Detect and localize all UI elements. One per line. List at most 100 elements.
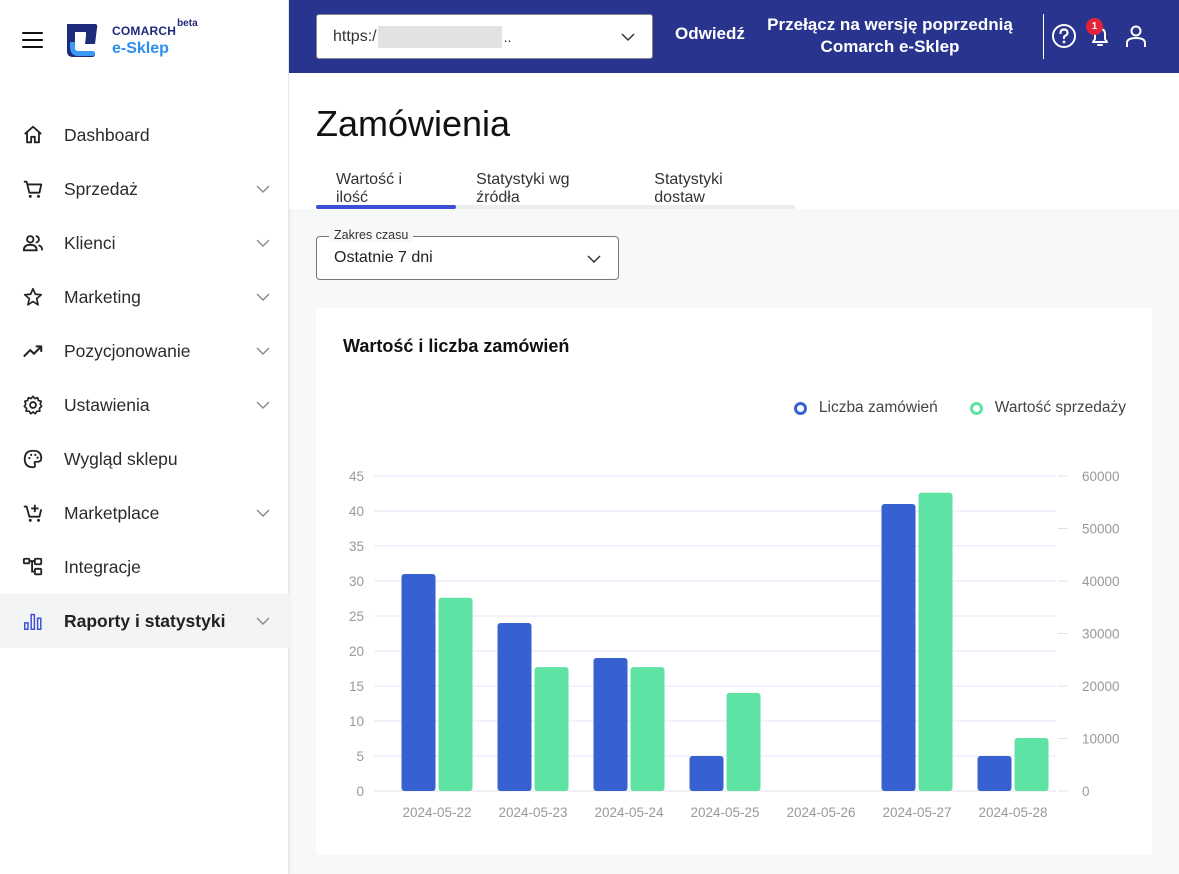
sidebar: COMARCHbeta e-Sklep Dashboard Sprzedaż K… <box>0 0 289 874</box>
brand-name: COMARCH <box>112 24 177 38</box>
bar-sales <box>1014 737 1049 791</box>
y-left-tick-label: 40 <box>349 504 364 519</box>
bar-sales <box>534 667 569 791</box>
visit-shop-button[interactable]: Odwiedź <box>675 24 745 44</box>
y-right-tick-label: 20000 <box>1082 679 1120 694</box>
y-left-tick-label: 25 <box>349 609 364 624</box>
chart-card: Wartość i liczba zamówień Liczba zamówie… <box>316 308 1152 855</box>
y-right-tick-label: 50000 <box>1082 522 1120 537</box>
shop-url-redacted <box>377 25 502 48</box>
tab-bar: Wartość i ilość Statystyki wg źródła Sta… <box>316 171 795 209</box>
orders-chart: 0 5 10 15 20 25 30 35 40 45 0 10000 20000 30000 40000 5… <box>349 469 1120 820</box>
x-tick-label: 2024-05-27 <box>882 805 951 820</box>
y-left-tick-label: 20 <box>349 644 364 659</box>
chevron-down-icon[interactable] <box>255 289 271 305</box>
sidebar-item-klienci[interactable]: Klienci <box>0 216 289 270</box>
y-right-tick-label: 0 <box>1082 784 1090 799</box>
y-right-tick-label: 10000 <box>1082 732 1120 747</box>
comarch-logo-icon <box>67 24 98 57</box>
sidebar-header: COMARCHbeta e-Sklep <box>0 0 288 80</box>
sidebar-item-label: Dashboard <box>64 124 150 145</box>
home-icon <box>24 125 42 144</box>
sidebar-item-label: Wygląd sklepu <box>64 448 178 469</box>
sidebar-item-pozycjonowanie[interactable]: Pozycjonowanie <box>0 324 289 378</box>
chevron-down-icon[interactable] <box>255 235 271 251</box>
bar-orders <box>593 658 628 791</box>
trending-up-icon <box>23 345 43 358</box>
tab-statystyki-wg-zrodla[interactable]: Statystyki wg źródła <box>456 171 634 206</box>
sidebar-item-integracje[interactable]: Integracje <box>0 540 289 594</box>
chevron-down-icon[interactable] <box>255 343 271 359</box>
shop-url-select[interactable]: https:/ .. <box>316 14 653 59</box>
bar-sales <box>630 667 665 791</box>
bar-sales <box>438 597 473 791</box>
page-header: Zamówienia Wartość i ilość Statystyki wg… <box>289 73 1179 209</box>
bar-sales <box>726 692 761 791</box>
chevron-down-icon[interactable] <box>255 181 271 197</box>
sidebar-item-label: Marketplace <box>64 502 160 523</box>
sidebar-item-marketplace[interactable]: Marketplace <box>0 486 289 540</box>
time-range-select[interactable]: Zakres czasu Ostatnie 7 dni <box>316 228 619 280</box>
time-range-label: Zakres czasu <box>329 228 414 242</box>
user-icon[interactable] <box>1123 23 1149 49</box>
switch-version-button[interactable]: Przełącz na wersję poprzednią Comarch e-… <box>759 14 1021 58</box>
sidebar-item-dashboard[interactable]: Dashboard <box>0 108 289 162</box>
cart-icon <box>23 180 43 198</box>
shop-url-prefix: https:/ <box>333 27 377 45</box>
sidebar-item-label: Raporty i statystyki <box>64 610 226 631</box>
time-range-value: Ostatnie 7 dni <box>334 249 433 266</box>
bar-orders <box>401 574 436 791</box>
sidebar-item-raporty[interactable]: Raporty i statystyki <box>0 594 289 648</box>
tab-statystyki-dostaw[interactable]: Statystyki dostaw <box>634 171 795 206</box>
gear-icon <box>23 395 43 415</box>
x-tick-label: 2024-05-23 <box>498 805 567 820</box>
bar-orders <box>497 623 532 791</box>
notification-badge: 1 <box>1086 18 1103 35</box>
bar-chart-icon <box>24 613 42 630</box>
cart-plus-icon <box>23 504 43 522</box>
tab-wartosc-i-ilosc[interactable]: Wartość i ilość <box>316 171 457 209</box>
top-bar: https:/ .. Odwiedź Przełącz na wersję po… <box>289 0 1179 73</box>
menu-icon[interactable] <box>22 32 43 48</box>
sidebar-item-label: Sprzedaż <box>64 178 138 199</box>
help-icon[interactable] <box>1051 23 1077 49</box>
beta-label: beta <box>177 18 198 29</box>
product-name: e-Sklep <box>112 40 169 57</box>
logo[interactable]: COMARCHbeta e-Sklep <box>64 19 198 58</box>
y-right-tick-label: 30000 <box>1082 627 1120 642</box>
y-left-tick-label: 30 <box>349 574 364 589</box>
sidebar-item-wyglad[interactable]: Wygląd sklepu <box>0 432 289 486</box>
y-left-tick-label: 10 <box>349 714 364 729</box>
chevron-down-icon <box>621 33 635 42</box>
sidebar-item-label: Pozycjonowanie <box>64 340 191 361</box>
x-tick-label: 2024-05-26 <box>786 805 855 820</box>
switch-version-line1: Przełącz na wersję poprzednią <box>767 15 1013 34</box>
x-tick-label: 2024-05-22 <box>402 805 471 820</box>
bar-orders <box>977 756 1012 791</box>
y-left-tick-label: 45 <box>349 469 364 484</box>
bar-orders <box>881 504 916 791</box>
x-tick-label: 2024-05-24 <box>594 805 664 820</box>
bar-orders <box>689 756 724 791</box>
chevron-down-icon[interactable] <box>255 397 271 413</box>
flow-icon <box>22 557 43 576</box>
chevron-down-icon <box>587 255 601 264</box>
sidebar-item-ustawienia[interactable]: Ustawienia <box>0 378 289 432</box>
sidebar-item-sprzedaz[interactable]: Sprzedaż <box>0 162 289 216</box>
sidebar-item-label: Marketing <box>64 286 141 307</box>
x-tick-label: 2024-05-25 <box>690 805 759 820</box>
sidebar-item-label: Klienci <box>64 232 116 253</box>
sidebar-nav: Dashboard Sprzedaż Klienci Marketing Poz… <box>0 108 289 648</box>
y-left-tick-label: 0 <box>356 784 364 799</box>
page-title: Zamówienia <box>316 103 511 144</box>
palette-icon <box>23 449 43 469</box>
y-right-tick-label: 40000 <box>1082 574 1120 589</box>
star-icon <box>23 287 43 306</box>
chevron-down-icon[interactable] <box>255 613 271 629</box>
x-tick-label: 2024-05-28 <box>978 805 1047 820</box>
topbar-divider <box>1043 14 1044 59</box>
chevron-down-icon[interactable] <box>255 505 271 521</box>
y-left-tick-label: 5 <box>356 749 364 764</box>
sidebar-item-marketing[interactable]: Marketing <box>0 270 289 324</box>
y-right-tick-label: 60000 <box>1082 469 1120 484</box>
